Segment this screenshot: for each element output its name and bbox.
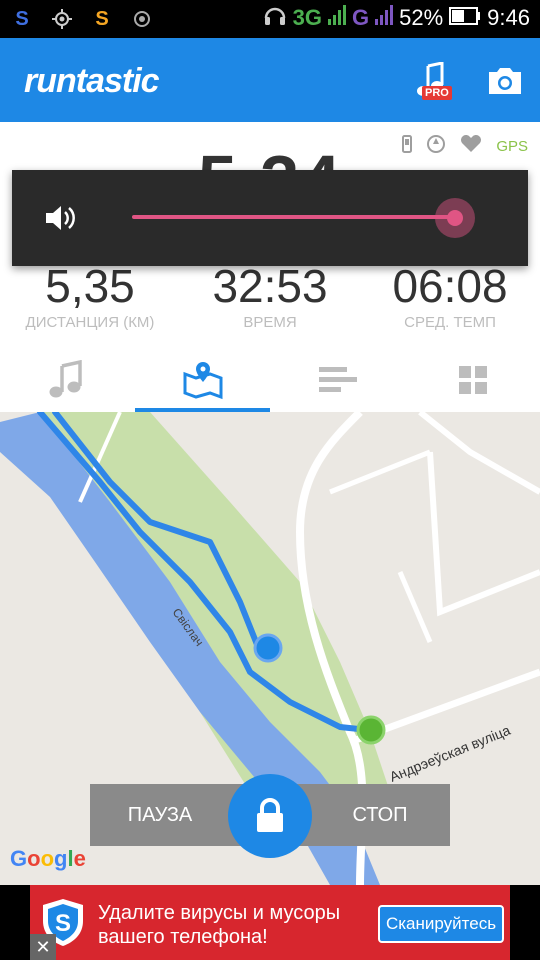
app-bar: runtastic PRO — [0, 38, 540, 122]
metric-time: 32:53 ВРЕМЯ — [180, 258, 360, 331]
battery-percent: 52% — [399, 5, 444, 30]
network-3g-label: 3G — [292, 5, 322, 30]
map-pin-icon — [183, 362, 222, 400]
lock-button[interactable] — [228, 774, 312, 858]
metric-label: ВРЕМЯ — [243, 314, 297, 331]
music-note-icon — [49, 360, 82, 398]
tab-dashboard[interactable] — [405, 348, 540, 412]
status-bar: S S 3G G 52% 9:46 — [0, 0, 540, 38]
tab-music[interactable] — [0, 348, 135, 412]
clock: 9:46 — [487, 5, 530, 30]
metric-distance: 5,35 ДИСТАНЦИЯ (КМ) — [0, 258, 180, 331]
metrics-row: 5,35 ДИСТАНЦИЯ (КМ) 32:53 ВРЕМЯ 06:08 СР… — [0, 258, 540, 331]
road — [329, 449, 431, 495]
tab-stats[interactable] — [270, 348, 405, 412]
ad-text: Удалите вирусы и мусоры вашего телефона! — [98, 901, 388, 949]
road — [427, 451, 540, 617]
metric-value: 06:08 — [392, 260, 508, 312]
pro-badge: PRO — [422, 86, 452, 100]
road — [418, 412, 540, 495]
tab-map[interactable] — [135, 348, 270, 412]
metric-pace: 06:08 СРЕД. ТЕМП — [360, 258, 540, 331]
metric-label: ДИСТАНЦИЯ (КМ) — [25, 314, 155, 331]
battery-icon — [449, 5, 481, 31]
metric-value: 5,35 — [45, 260, 135, 312]
volume-slider-track[interactable] — [132, 215, 458, 219]
headphones-icon — [263, 4, 287, 32]
grid-icon — [458, 366, 487, 394]
start-marker — [356, 715, 386, 745]
ad-line2: вашего телефона! — [98, 926, 268, 948]
lock-icon — [257, 798, 283, 832]
camera-button[interactable] — [480, 56, 530, 106]
ad-close-button[interactable]: ✕ — [30, 934, 56, 960]
ad-line1: Удалите вирусы и мусоры — [98, 902, 341, 924]
road — [397, 571, 433, 643]
app-s-icon: S — [95, 7, 109, 30]
record-icon — [130, 7, 154, 31]
tab-bar — [0, 348, 540, 412]
ad-scan-button[interactable]: Сканируйтесь — [378, 905, 504, 943]
current-position-marker — [253, 633, 283, 663]
svg-text:S: S — [55, 910, 71, 937]
network-g-label: G — [352, 5, 370, 30]
metric-label: СРЕД. ТЕМП — [404, 314, 496, 331]
bars-icon — [318, 367, 357, 392]
music-pro-button[interactable]: PRO — [406, 56, 456, 106]
volume-slider-thumb[interactable] — [435, 198, 475, 238]
camera-icon — [489, 68, 521, 94]
stop-button[interactable]: СТОП — [310, 784, 450, 846]
ad-banner[interactable]: S Удалите вирусы и мусоры вашего телефон… — [30, 885, 510, 960]
volume-panel — [12, 170, 528, 266]
metric-value: 32:53 — [212, 260, 328, 312]
speaker-icon[interactable] — [44, 202, 78, 239]
runtastic-logo: runtastic — [24, 62, 160, 100]
gps-fix-icon — [50, 7, 74, 31]
signal-icon — [328, 4, 346, 32]
pause-button[interactable]: ПАУЗА — [90, 784, 230, 846]
google-logo: Google — [10, 846, 86, 871]
signal2-icon — [375, 4, 394, 32]
skype-icon: S — [15, 7, 29, 30]
street-label: Андрэеўская вуліца — [387, 722, 513, 785]
